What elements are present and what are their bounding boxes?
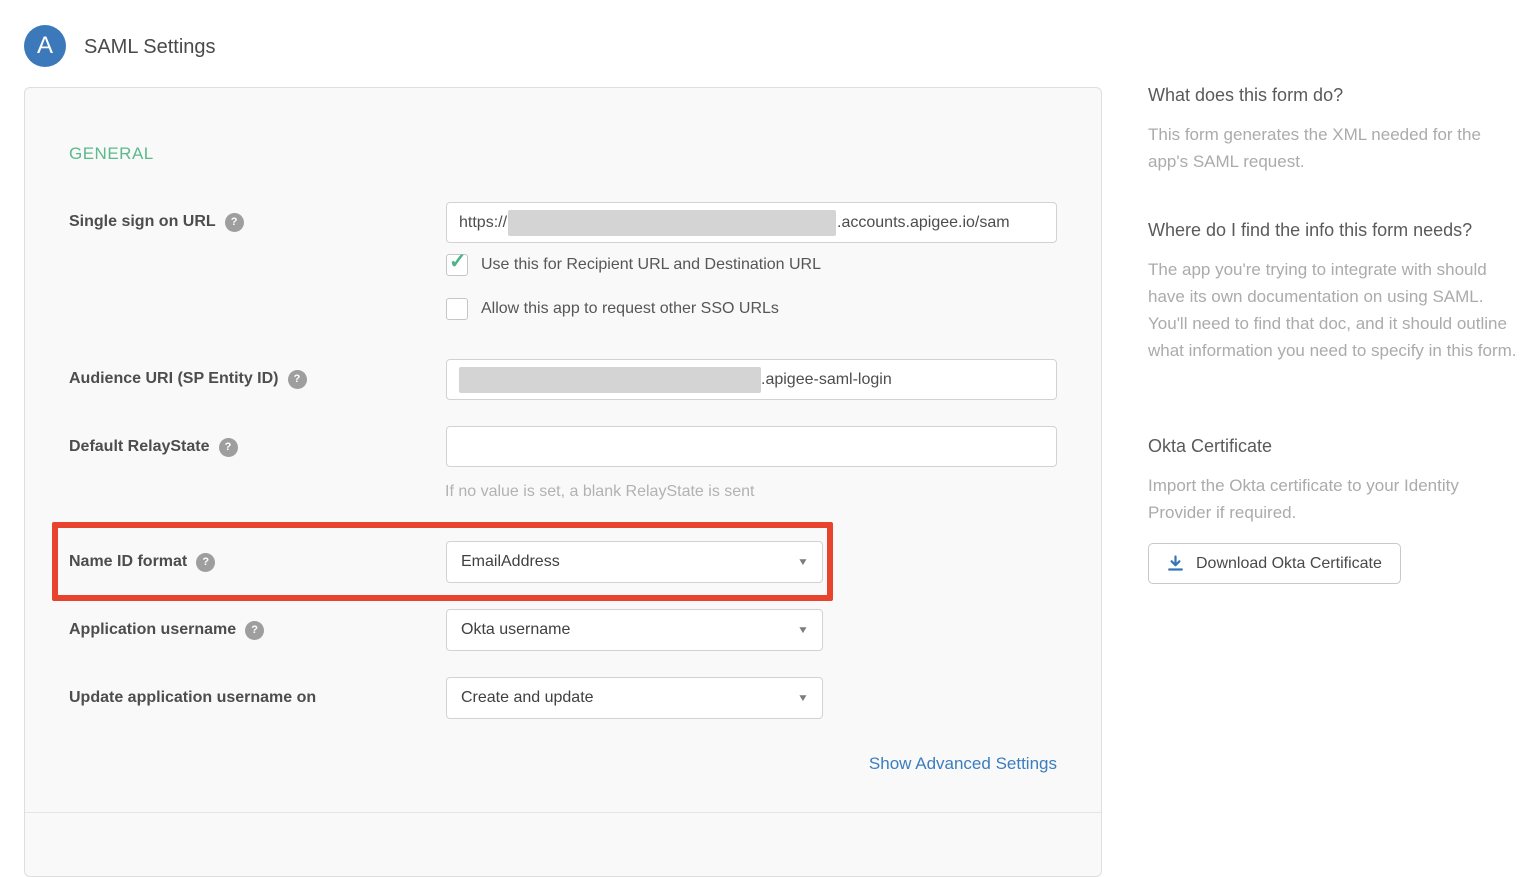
relaystate-label-text: Default RelayState xyxy=(69,438,210,456)
audience-uri-label: Audience URI (SP Entity ID) ? xyxy=(69,369,307,389)
app-username-label: Application username ? xyxy=(69,620,264,640)
update-username-value: Create and update xyxy=(461,689,594,707)
other-sso-checkbox[interactable] xyxy=(446,298,468,320)
download-icon xyxy=(1167,555,1184,572)
sidebar-body-where: The app you're trying to integrate with … xyxy=(1148,256,1520,364)
help-icon[interactable]: ? xyxy=(219,438,238,457)
page-title: SAML Settings xyxy=(84,36,216,59)
recipient-url-checkbox[interactable]: ✓ xyxy=(446,254,468,276)
download-button-label: Download Okta Certificate xyxy=(1196,555,1382,573)
sso-url-suffix: .accounts.apigee.io/sam xyxy=(837,214,1010,232)
update-username-select[interactable]: Create and update ▼ xyxy=(446,677,823,719)
relaystate-label: Default RelayState ? xyxy=(69,437,238,457)
relaystate-input[interactable] xyxy=(446,426,1057,467)
sidebar-heading-certificate: Okta Certificate xyxy=(1148,436,1272,457)
audience-uri-label-text: Audience URI (SP Entity ID) xyxy=(69,370,279,388)
help-icon[interactable]: ? xyxy=(196,553,215,572)
general-section-title: GENERAL xyxy=(69,144,154,164)
section-divider xyxy=(25,812,1101,813)
recipient-url-checkbox-row: ✓ Use this for Recipient URL and Destina… xyxy=(446,254,821,276)
help-icon[interactable]: ? xyxy=(245,621,264,640)
sso-url-label-text: Single sign on URL xyxy=(69,213,216,231)
sidebar-heading-what: What does this form do? xyxy=(1148,85,1343,106)
audience-uri-input[interactable]: .apigee-saml-login xyxy=(446,359,1057,400)
other-sso-checkbox-label: Allow this app to request other SSO URLs xyxy=(481,300,779,318)
relaystate-hint: If no value is set, a blank RelayState i… xyxy=(445,483,755,501)
show-advanced-settings-link[interactable]: Show Advanced Settings xyxy=(446,754,1057,774)
help-icon[interactable]: ? xyxy=(225,213,244,232)
app-username-select[interactable]: Okta username ▼ xyxy=(446,609,823,651)
sidebar-body-certificate: Import the Okta certificate to your Iden… xyxy=(1148,472,1520,526)
sso-url-input[interactable]: https:// .accounts.apigee.io/sam xyxy=(446,202,1057,243)
nameid-format-label: Name ID format ? xyxy=(69,552,215,572)
saml-settings-panel: GENERAL Single sign on URL ? https:// .a… xyxy=(24,87,1102,877)
update-username-label-text: Update application username on xyxy=(69,689,316,707)
step-a-badge: A xyxy=(24,25,66,67)
app-username-value: Okta username xyxy=(461,621,570,639)
chevron-down-icon: ▼ xyxy=(797,625,809,636)
sso-url-label: Single sign on URL ? xyxy=(69,212,244,232)
sidebar-body-what: This form generates the XML needed for t… xyxy=(1148,121,1520,175)
nameid-format-select[interactable]: EmailAddress ▼ xyxy=(446,541,823,583)
sso-url-prefix: https:// xyxy=(459,214,507,232)
other-sso-checkbox-row: Allow this app to request other SSO URLs xyxy=(446,298,779,320)
checkmark-icon: ✓ xyxy=(449,249,467,274)
redacted-value xyxy=(459,367,761,393)
nameid-format-label-text: Name ID format xyxy=(69,553,187,571)
app-username-label-text: Application username xyxy=(69,621,236,639)
sidebar-heading-where: Where do I find the info this form needs… xyxy=(1148,220,1472,241)
redacted-value xyxy=(508,210,836,236)
download-okta-certificate-button[interactable]: Download Okta Certificate xyxy=(1148,543,1401,584)
chevron-down-icon: ▼ xyxy=(797,693,809,704)
chevron-down-icon: ▼ xyxy=(797,557,809,568)
recipient-url-checkbox-label: Use this for Recipient URL and Destinati… xyxy=(481,256,821,274)
audience-uri-suffix: .apigee-saml-login xyxy=(761,371,892,389)
nameid-format-value: EmailAddress xyxy=(461,553,560,571)
update-username-label: Update application username on xyxy=(69,688,316,708)
help-icon[interactable]: ? xyxy=(288,370,307,389)
